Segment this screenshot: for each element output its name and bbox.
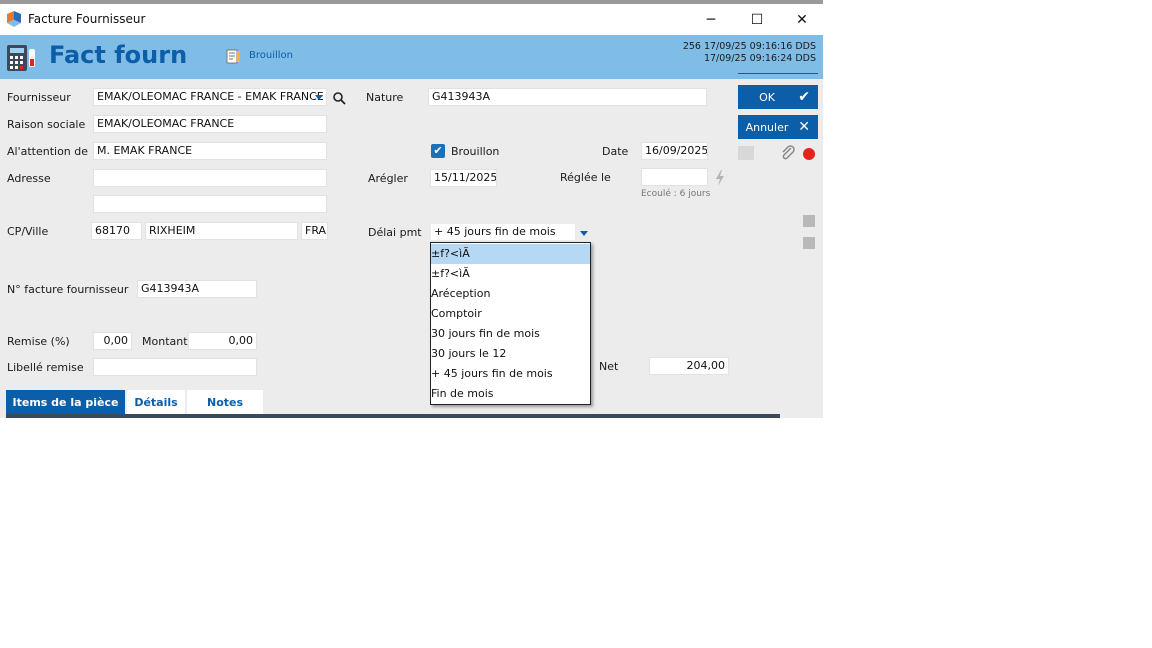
chevron-down-icon[interactable] xyxy=(315,95,323,100)
close-icon: ✕ xyxy=(798,119,810,135)
meta-created: 256 17/09/25 09:16:16 DDS xyxy=(682,41,816,52)
fournisseur-select[interactable]: EMAK/OLEOMAC FRANCE - EMAK FRANCE xyxy=(93,88,327,106)
dropdown-option[interactable]: Comptoir xyxy=(431,304,590,324)
dropdown-option[interactable]: Aréception xyxy=(431,284,590,304)
reglee-input[interactable] xyxy=(641,168,708,186)
lightning-icon[interactable] xyxy=(715,170,725,186)
maximize-icon: ☐ xyxy=(750,11,764,28)
libelle-remise-label: Libellé remise xyxy=(7,361,84,374)
brouillon-label: Brouillon xyxy=(451,145,500,158)
fournisseur-label: Fournisseur xyxy=(7,91,71,104)
ecoule-text: Ecoulé : 6 jours xyxy=(641,189,711,199)
tab-notes[interactable]: Notes xyxy=(187,390,263,416)
montant-input[interactable]: 0,00 xyxy=(188,332,257,350)
minimize-icon: ─ xyxy=(706,11,716,28)
dropdown-option[interactable]: ±f?<ìÃ xyxy=(431,244,590,264)
cancel-button-label: Annuler xyxy=(745,120,789,134)
maximize-button[interactable]: ☐ xyxy=(734,4,780,35)
raison-sociale-label: Raison sociale xyxy=(7,118,86,131)
dropdown-option[interactable]: ±f?<ìÃ xyxy=(431,264,590,284)
date-label: Date xyxy=(602,145,629,158)
adresse-line1-input[interactable] xyxy=(93,169,327,187)
chevron-down-icon[interactable] xyxy=(580,231,588,236)
cp-input[interactable]: 68170 xyxy=(91,222,142,240)
attention-input[interactable]: M. EMAK FRANCE xyxy=(93,142,327,160)
record-indicator-icon[interactable] xyxy=(803,148,815,160)
net-input[interactable]: 204,00 xyxy=(649,357,729,375)
window-title: Facture Fournisseur xyxy=(28,12,146,26)
net-label: Net xyxy=(599,360,619,373)
calculator-icon xyxy=(7,45,35,71)
minimize-button[interactable]: ─ xyxy=(688,4,734,35)
record-meta: 256 17/09/25 09:16:16 DDS 17/09/25 09:16… xyxy=(683,41,816,65)
pays-input[interactable]: FRA xyxy=(301,222,328,240)
cpville-label: CP/Ville xyxy=(7,225,49,238)
cancel-button[interactable]: Annuler ✕ xyxy=(738,115,818,139)
invoice-window: Facture Fournisseur ─ ☐ ✕ Fact fourn Bro… xyxy=(0,4,823,418)
status-label: Brouillon xyxy=(249,50,293,61)
montant-label: Montant xyxy=(142,335,188,348)
attention-label: Al'attention de xyxy=(7,145,89,158)
nfacture-input[interactable]: G413943A xyxy=(137,280,257,298)
delai-label: Délai pmt xyxy=(368,226,422,239)
adresse-label: Adresse xyxy=(7,172,51,185)
brouillon-checkbox[interactable]: ✔ xyxy=(431,144,445,158)
ok-button[interactable]: OK ✔ xyxy=(738,85,818,109)
dropdown-option[interactable]: Fin de mois xyxy=(431,384,590,404)
search-icon[interactable] xyxy=(333,92,346,105)
close-icon: ✕ xyxy=(796,11,808,28)
reglee-label: Réglée le xyxy=(560,171,611,184)
checkmark-icon: ✔ xyxy=(433,144,443,157)
paperclip-icon[interactable] xyxy=(780,145,796,161)
dropdown-option[interactable]: 30 jours le 12 xyxy=(431,344,590,364)
remise-input[interactable]: 0,00 xyxy=(93,332,132,350)
ville-input[interactable]: RIXHEIM xyxy=(145,222,298,240)
grid-header-bar xyxy=(6,414,780,418)
delai-select[interactable]: + 45 jours fin de mois xyxy=(430,223,576,241)
draft-icon xyxy=(226,49,240,64)
nature-input[interactable]: G413943A xyxy=(428,88,707,106)
notes-icon[interactable] xyxy=(803,237,815,249)
document-icon[interactable] xyxy=(738,146,754,160)
notes-icon[interactable] xyxy=(803,215,815,227)
dropdown-option[interactable]: 30 jours fin de mois xyxy=(431,324,590,344)
delai-dropdown-list: ±f?<ìÃ ±f?<ìÃ Aréception Comptoir 30 jou… xyxy=(430,242,591,405)
tab-details[interactable]: Détails xyxy=(127,390,185,416)
ok-button-label: OK xyxy=(759,90,775,104)
tab-items[interactable]: Items de la pièce xyxy=(6,390,125,416)
adresse-line2-input[interactable] xyxy=(93,195,327,213)
nature-label: Nature xyxy=(366,91,404,104)
dropdown-option[interactable]: + 45 jours fin de mois xyxy=(431,364,590,384)
nfacture-label: N° facture fournisseur xyxy=(7,283,129,296)
header-divider xyxy=(738,73,818,74)
app-logo-icon xyxy=(7,11,21,27)
page-header: Fact fourn Brouillon 256 17/09/25 09:16:… xyxy=(0,35,823,79)
checkmark-icon: ✔ xyxy=(798,89,810,105)
aregler-input[interactable]: 15/11/2025 xyxy=(430,169,497,187)
page-title: Fact fourn xyxy=(49,41,188,69)
raison-sociale-input[interactable]: EMAK/OLEOMAC FRANCE xyxy=(93,115,327,133)
libelle-remise-input[interactable] xyxy=(93,358,257,376)
date-input[interactable]: 16/09/2025 xyxy=(641,142,708,160)
remise-label: Remise (%) xyxy=(7,335,70,348)
aregler-label: Arégler xyxy=(368,172,408,185)
meta-modified: 17/09/25 09:16:24 DDS xyxy=(703,53,816,64)
title-bar: Facture Fournisseur ─ ☐ ✕ xyxy=(0,4,823,35)
close-button[interactable]: ✕ xyxy=(779,4,823,35)
